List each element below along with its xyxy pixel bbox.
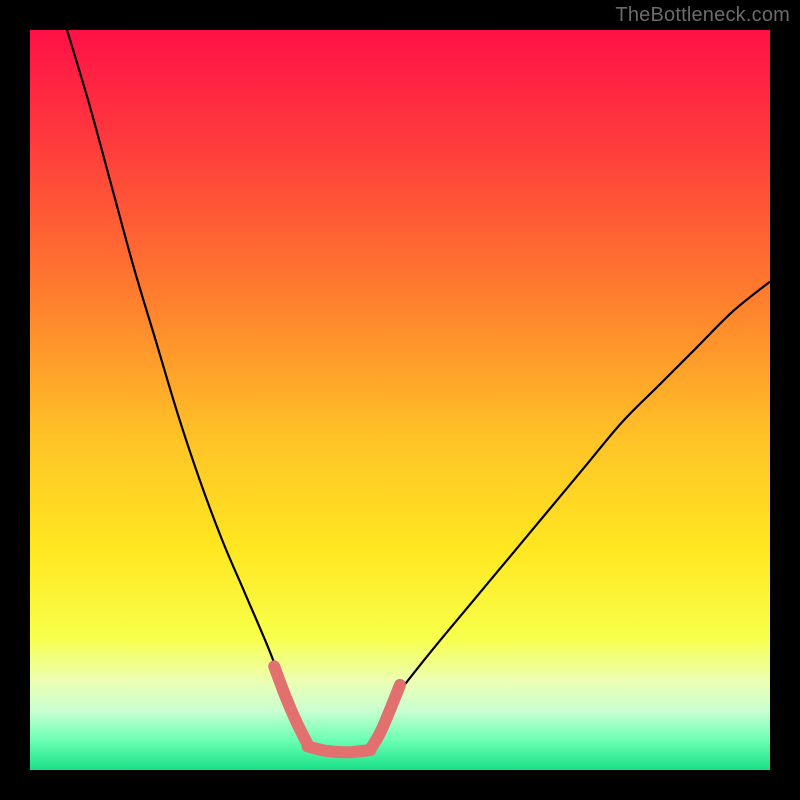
watermark-text: TheBottleneck.com (615, 4, 790, 27)
series-bottom-highlight (308, 746, 371, 752)
bottleneck-chart (0, 0, 800, 800)
plot-background (30, 30, 770, 770)
chart-stage: TheBottleneck.com (0, 0, 800, 800)
